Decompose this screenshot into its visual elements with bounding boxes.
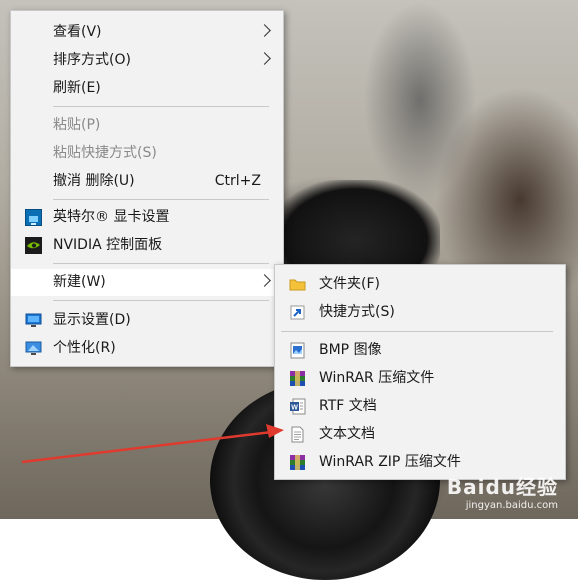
annotation-arrow — [21, 424, 284, 464]
watermark-logo: Baidu经验 — [446, 475, 558, 499]
baidu-jingyan-watermark: Baidu经验 jingyan.baidu.com — [447, 471, 558, 511]
watermark-url: jingyan.baidu.com — [465, 500, 558, 511]
